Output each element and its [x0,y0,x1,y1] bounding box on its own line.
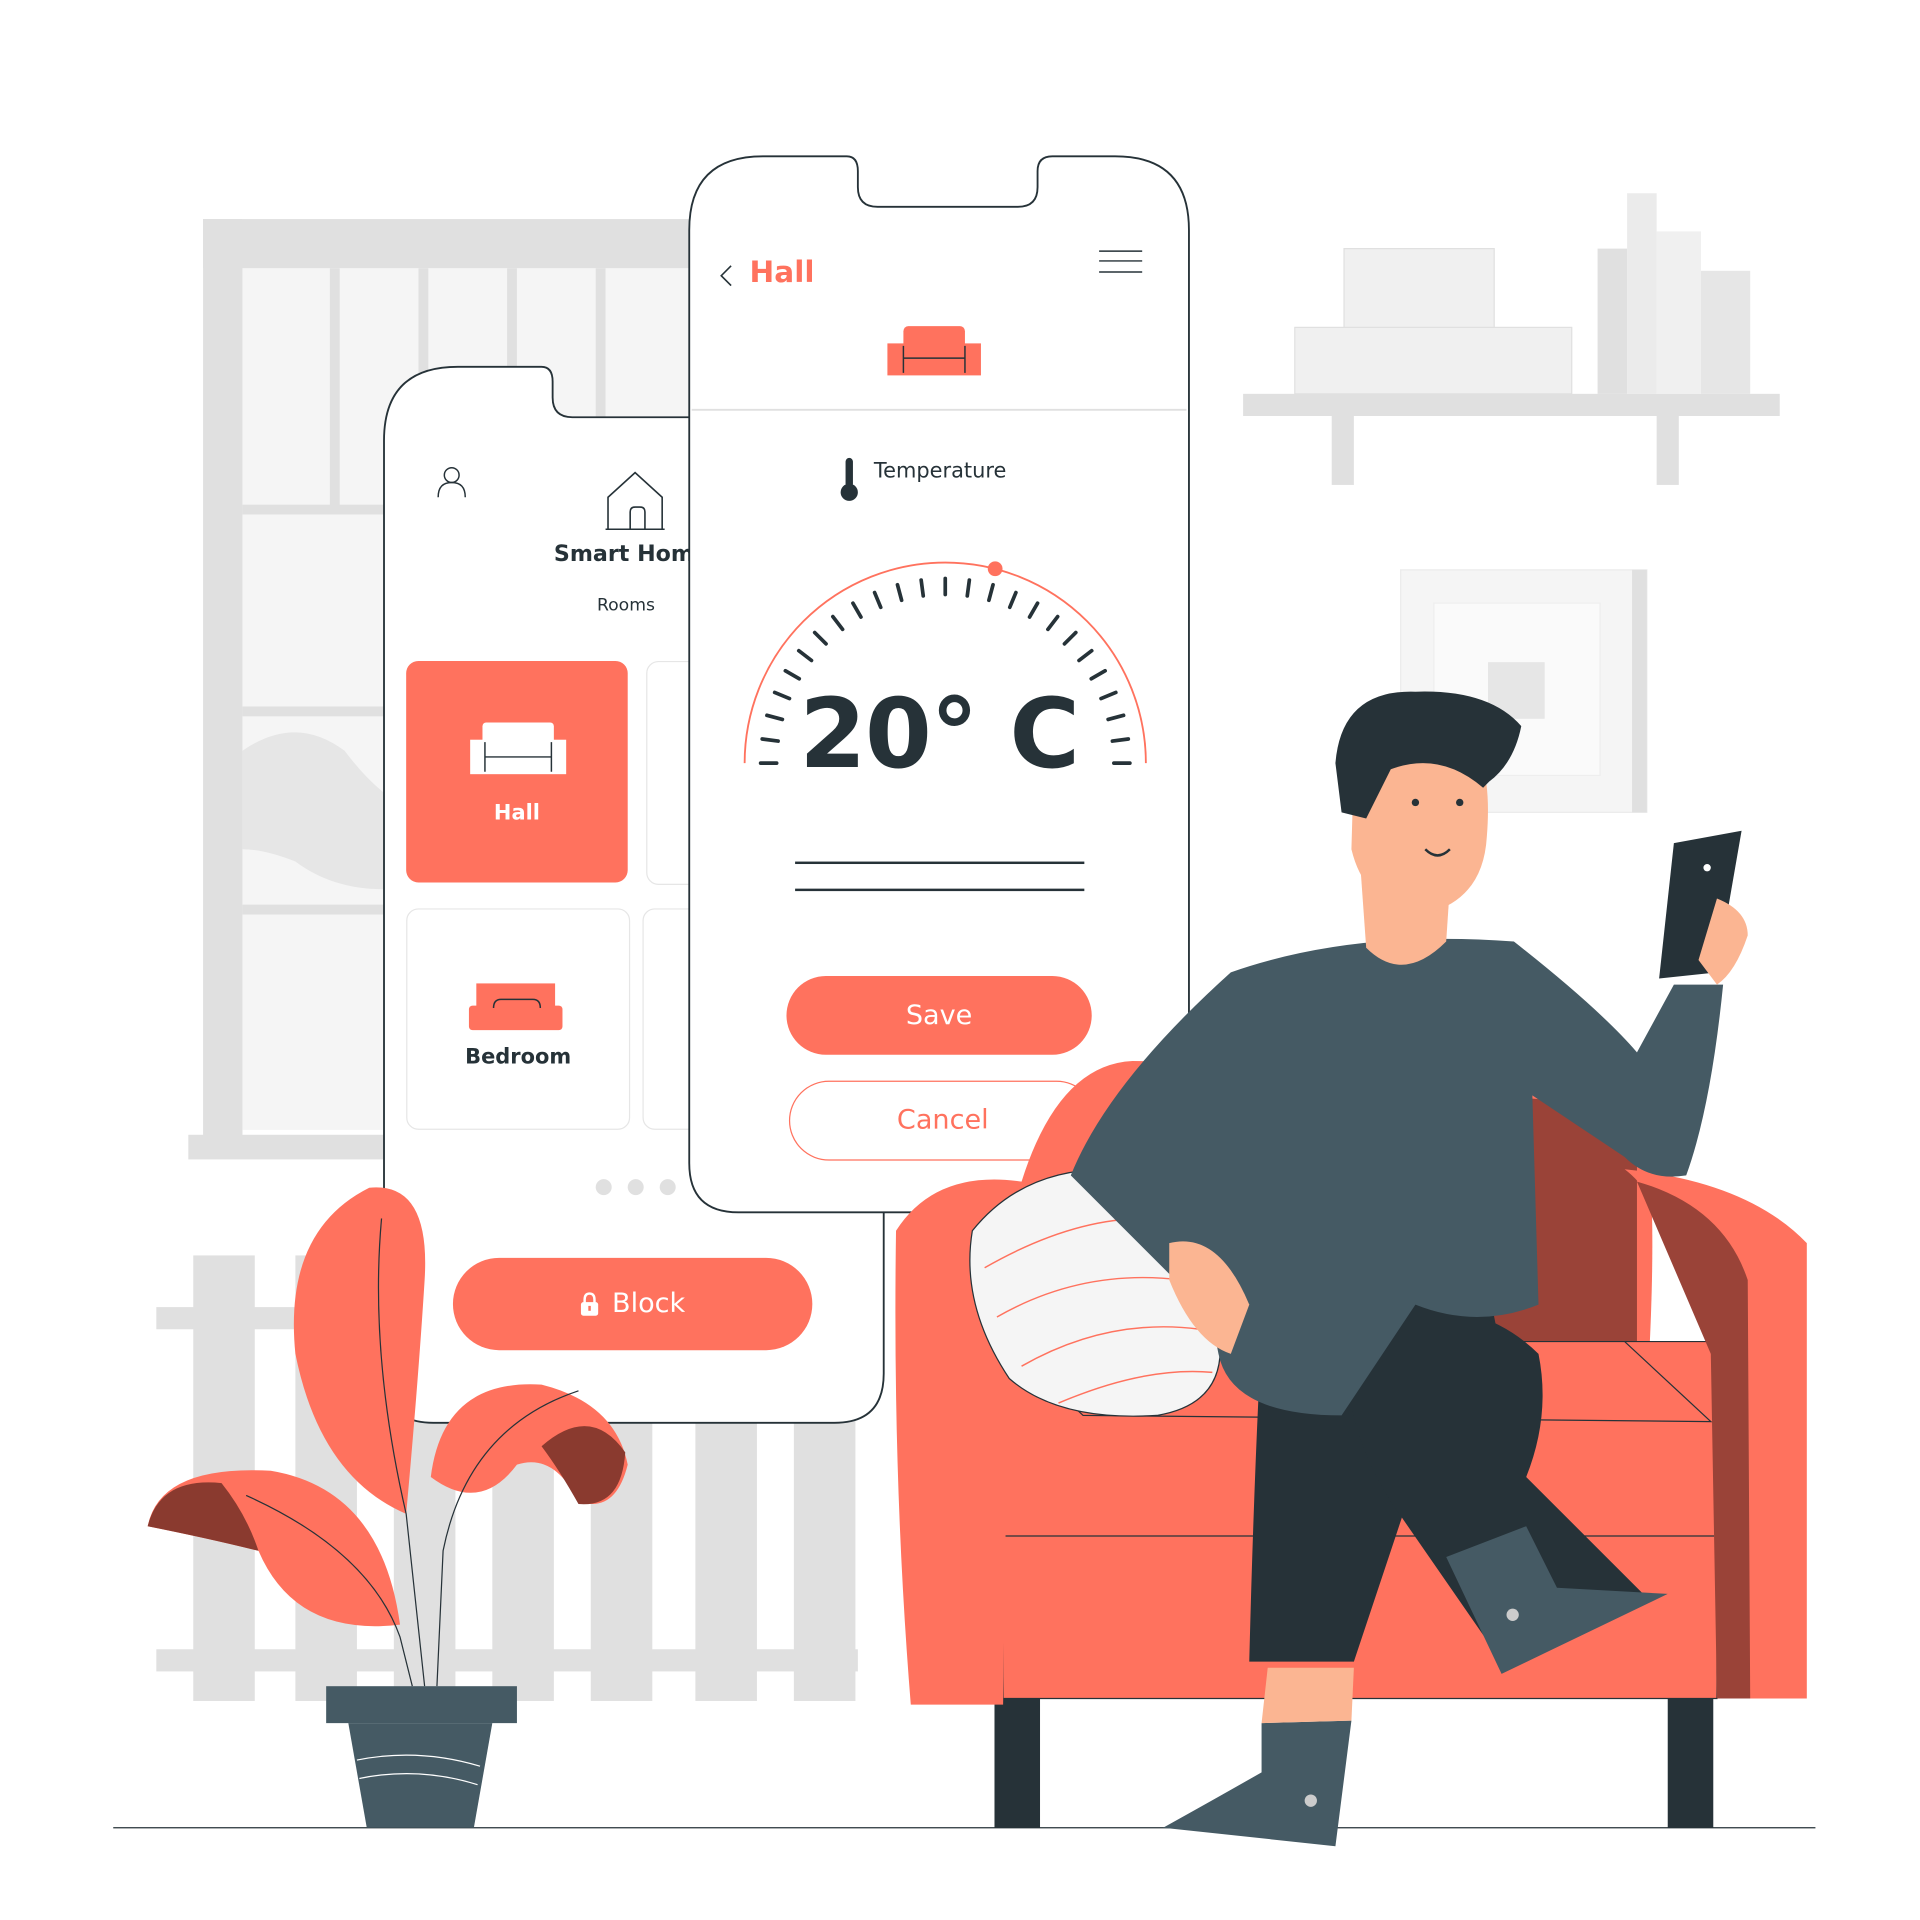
plant-illustration [147,1187,628,1828]
foreground-scene [147,691,1807,1847]
